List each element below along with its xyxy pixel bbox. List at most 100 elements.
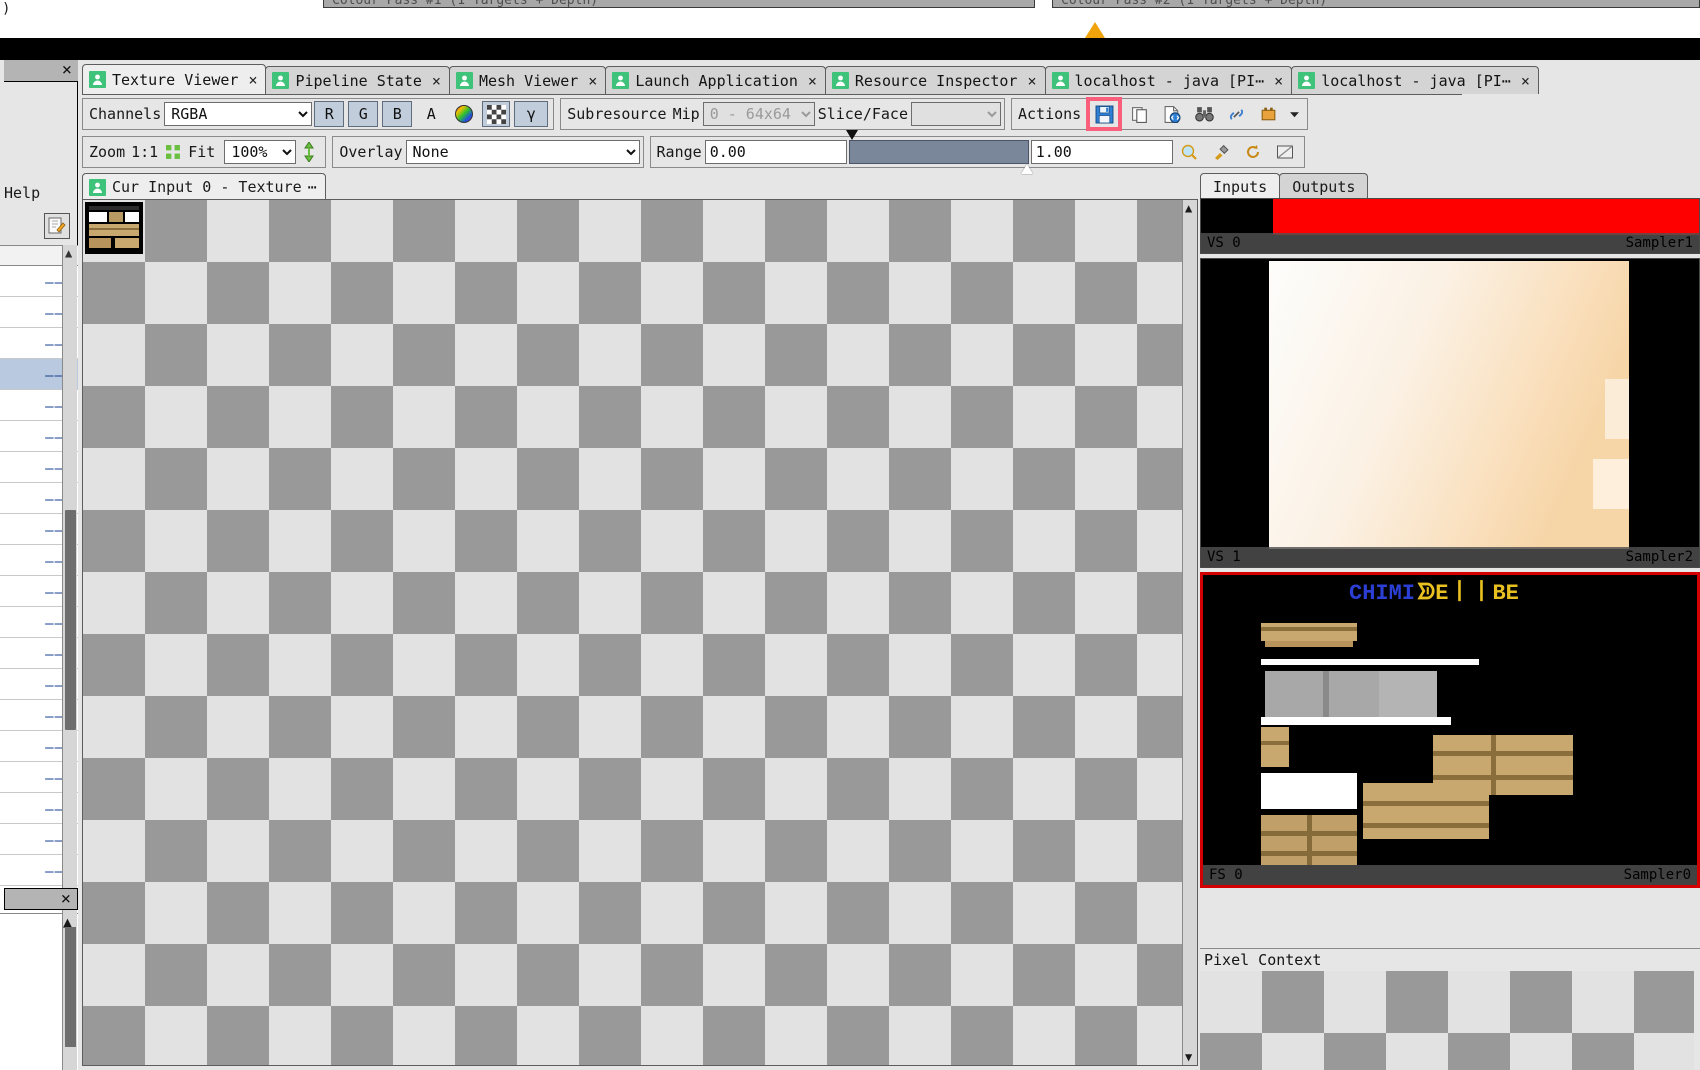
sidebar-panel2-close-icon[interactable]: × xyxy=(61,891,71,908)
channels-select[interactable]: RGBA xyxy=(164,102,313,126)
sidebar-scrollbar[interactable]: ▲ xyxy=(62,245,77,935)
thumbnail-image-cream xyxy=(1201,259,1699,567)
tab-mesh-viewer[interactable]: Mesh Viewer × xyxy=(448,66,607,94)
channel-r-button[interactable]: R xyxy=(314,101,345,127)
thumbnail-label-fs0: FS 0 Sampler0 xyxy=(1203,865,1697,885)
tabbar-divider xyxy=(82,94,1462,95)
sidebar-close-icon[interactable]: × xyxy=(62,62,72,79)
sidebar-scrollbar-2[interactable]: ▲ xyxy=(62,913,77,1070)
thumbnail-sampler: Sampler1 xyxy=(1625,235,1693,251)
tab-label: Mesh Viewer xyxy=(478,71,579,90)
checkerboard-icon[interactable] xyxy=(482,101,511,127)
tab-label: localhost - java [PI⋯ xyxy=(1074,71,1265,90)
mip-select[interactable]: 0 - 64x64 xyxy=(702,102,815,126)
auto-fit-range-icon[interactable] xyxy=(1271,139,1299,165)
close-icon[interactable]: × xyxy=(432,72,441,90)
tab-outputs[interactable]: Outputs xyxy=(1279,173,1369,199)
scrollbar-thumb[interactable] xyxy=(65,510,76,730)
thumbnail-vs1[interactable]: VS 1 Sampler2 xyxy=(1200,258,1700,568)
pixel-context-title: Pixel Context xyxy=(1204,951,1322,969)
close-icon[interactable]: × xyxy=(1027,72,1036,90)
texture-subtab-more-icon[interactable]: ⋯ xyxy=(308,178,317,196)
actions-label: Actions xyxy=(1018,105,1082,123)
chevron-down-icon[interactable] xyxy=(1286,101,1302,127)
close-icon[interactable]: × xyxy=(808,72,817,90)
eyedropper-icon[interactable] xyxy=(1207,139,1235,165)
overlay-label: Overlay xyxy=(339,143,403,161)
scroll-up-icon[interactable]: ▲ xyxy=(65,246,72,260)
mip-label: Mip xyxy=(672,105,700,123)
thumbnail-slot: VS 1 xyxy=(1207,549,1241,565)
close-icon[interactable]: × xyxy=(588,72,597,90)
close-icon[interactable]: × xyxy=(1521,72,1530,90)
magnifier-icon[interactable] xyxy=(1175,139,1203,165)
tab-launch-application[interactable]: Launch Application × xyxy=(605,66,826,94)
svg-text:CHIMI: CHIMI xyxy=(1349,581,1415,606)
link-icon[interactable] xyxy=(1222,101,1250,127)
thumbnail-vs0[interactable]: VS 0 Sampler1 xyxy=(1200,198,1700,254)
texture-canvas[interactable]: ▲ ▼ xyxy=(82,199,1198,1066)
tab-inputs[interactable]: Inputs xyxy=(1200,173,1281,199)
fit-label[interactable]: Fit xyxy=(185,143,218,161)
subresource-group: Subresource Mip 0 - 64x64 Slice/Face xyxy=(560,98,1005,130)
tab-label: localhost - java [PI⋯ xyxy=(1321,71,1511,90)
range-label: Range xyxy=(656,143,702,161)
texture-preview-thumbnail xyxy=(85,202,143,254)
range-min-input[interactable] xyxy=(704,140,847,164)
main-tabbar: Texture Viewer × Pipeline State × Mesh V… xyxy=(82,64,1539,94)
close-icon[interactable]: × xyxy=(248,71,257,89)
close-icon[interactable]: × xyxy=(1274,72,1283,90)
flip-vertical-icon[interactable] xyxy=(298,139,320,165)
copy-pages-icon[interactable] xyxy=(1126,101,1154,127)
canvas-vertical-scrollbar[interactable]: ▲ ▼ xyxy=(1182,200,1197,1065)
binoculars-icon[interactable] xyxy=(1190,101,1218,127)
range-min-handle[interactable] xyxy=(845,130,858,140)
debug-pixel-icon[interactable] xyxy=(1158,101,1186,127)
overlay-select[interactable]: None xyxy=(405,140,640,164)
tab-resource-inspector[interactable]: Resource Inspector × xyxy=(824,66,1046,94)
pixel-context-edge xyxy=(1694,971,1700,1070)
scroll-down-icon[interactable]: ▼ xyxy=(1185,1050,1192,1064)
texture-toolbar-row2: Zoom 1:1 Fit 100% Overlay None Range 0.0… xyxy=(82,130,1311,174)
color-wheel-icon[interactable] xyxy=(450,101,478,127)
tab-pipeline-state[interactable]: Pipeline State × xyxy=(265,66,450,94)
thumbnail-sampler: Sampler0 xyxy=(1623,867,1691,883)
svg-text:ᗥE丨丨BE: ᗥE丨丨BE xyxy=(1417,580,1519,606)
left-sidebar: × Help —— —— —— —— —— —— —— —— —— —— —— … xyxy=(0,60,78,1070)
tab-texture-viewer[interactable]: Texture Viewer × xyxy=(82,64,267,94)
slice-face-label: Slice/Face xyxy=(817,105,908,123)
scroll-up-icon[interactable]: ▲ xyxy=(1185,201,1192,215)
slice-face-select[interactable] xyxy=(911,102,1001,126)
channel-b-button[interactable]: B xyxy=(382,101,413,127)
save-disk-icon[interactable] xyxy=(1086,97,1123,131)
range-max-input[interactable] xyxy=(1030,140,1173,164)
texture-subtab[interactable]: Cur Input 0 - Texture ⋯ xyxy=(82,173,326,200)
person-icon xyxy=(1051,72,1069,89)
channel-a-button[interactable]: A xyxy=(416,101,446,127)
fit-grid-icon[interactable] xyxy=(163,139,183,165)
reset-range-icon[interactable] xyxy=(1239,139,1267,165)
pass-bar-left: Colour Pass #1 (1 Targets + Depth) xyxy=(323,0,1035,8)
plugin-icon[interactable] xyxy=(1254,101,1282,127)
channels-group: Channels RGBA R G B A γ xyxy=(82,98,555,130)
zoom-level-select[interactable]: 100% xyxy=(224,140,297,164)
zoom-one-to-one-button[interactable]: 1:1 xyxy=(128,143,161,161)
tab-label: Pipeline State xyxy=(295,71,422,90)
pixel-context-checkerboard[interactable] xyxy=(1200,971,1700,1070)
channel-g-button[interactable]: G xyxy=(348,101,379,127)
range-group: Range xyxy=(649,130,1305,174)
texture-toolbar-row1: Channels RGBA R G B A γ Subresource Mip … xyxy=(82,96,1314,132)
gamma-button[interactable]: γ xyxy=(514,101,549,127)
thumbnail-slot: FS 0 xyxy=(1209,867,1243,883)
scrollbar-thumb-2[interactable] xyxy=(65,927,76,1047)
zoom-label: Zoom xyxy=(89,143,126,161)
pencil-edit-icon[interactable] xyxy=(44,213,70,239)
thumbnail-image-atlas: CHIMI ᗥE丨丨BE xyxy=(1203,575,1697,885)
range-slider[interactable] xyxy=(845,130,1033,174)
overlay-group: Overlay None xyxy=(332,136,644,168)
thumbnail-fs0[interactable]: CHIMI ᗥE丨丨BE FS 0 Sampler0 xyxy=(1200,572,1700,888)
texture-subtab-label: Cur Input 0 - Texture xyxy=(112,178,302,196)
channels-label: Channels xyxy=(89,105,162,123)
tab-localhost-java-2[interactable]: localhost - java [PI⋯ × xyxy=(1291,66,1539,94)
tab-localhost-java-1[interactable]: localhost - java [PI⋯ × xyxy=(1044,66,1293,94)
